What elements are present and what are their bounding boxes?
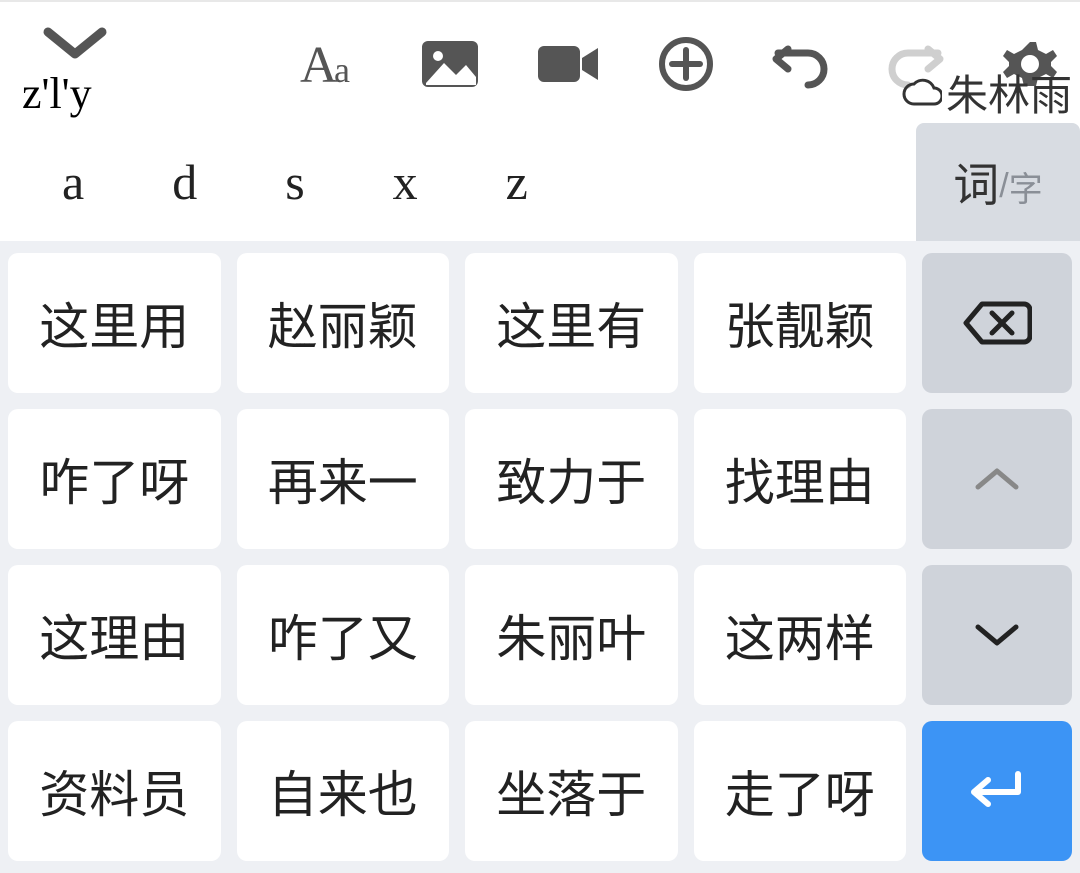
side-controls (922, 253, 1072, 861)
cloud-sync-user[interactable]: 朱林雨 (902, 62, 1072, 123)
candidate[interactable]: 咋了又 (237, 565, 450, 705)
candidate[interactable]: 朱丽叶 (465, 565, 678, 705)
image-insert-button[interactable] (420, 39, 480, 89)
undo-icon (770, 39, 830, 89)
candidate[interactable]: 这两样 (694, 565, 907, 705)
chevron-down-icon (40, 24, 110, 66)
word-char-toggle[interactable]: 词 / 字 (916, 123, 1080, 241)
return-icon (962, 766, 1032, 816)
candidate[interactable]: 资料员 (8, 721, 221, 861)
candidate[interactable]: 找理由 (694, 409, 907, 549)
candidate[interactable]: 这里用 (8, 253, 221, 393)
backspace-button[interactable] (922, 253, 1072, 393)
candidate[interactable]: 这里有 (465, 253, 678, 393)
image-icon (420, 39, 480, 89)
text-format-icon: A a (300, 36, 364, 92)
mode-separator: / (999, 167, 1008, 206)
letter-hint[interactable]: x (393, 153, 418, 211)
candidate[interactable]: 咋了呀 (8, 409, 221, 549)
candidate[interactable]: 赵丽颖 (237, 253, 450, 393)
enter-button[interactable] (922, 721, 1072, 861)
svg-text:a: a (334, 50, 350, 90)
pinyin-input: z'l'y (22, 68, 92, 119)
candidate[interactable]: 张靓颖 (694, 253, 907, 393)
user-name-label: 朱林雨 (946, 62, 1072, 123)
mode-secondary-label: 字 (1009, 162, 1043, 211)
candidate[interactable]: 走了呀 (694, 721, 907, 861)
chevron-up-icon (972, 463, 1022, 495)
undo-button[interactable] (770, 39, 830, 89)
letter-hint[interactable]: z (506, 153, 528, 211)
letter-hints: a d s x z (0, 153, 528, 211)
candidate[interactable]: 这理由 (8, 565, 221, 705)
add-button[interactable] (658, 36, 714, 92)
chevron-down-icon (972, 619, 1022, 651)
text-format-button[interactable]: A a (300, 36, 364, 92)
letter-hint[interactable]: s (285, 153, 304, 211)
plus-circle-icon (658, 36, 714, 92)
candidate-grid: 这里用 赵丽颖 这里有 张靓颖 咋了呀 再来一 致力于 找理由 这理由 咋了又 … (8, 253, 906, 861)
mode-primary-label: 词 (953, 149, 999, 215)
candidate[interactable]: 自来也 (237, 721, 450, 861)
candidate[interactable]: 再来一 (237, 409, 450, 549)
collapse-toggle[interactable] (40, 24, 110, 66)
keyboard-area: 这里用 赵丽颖 这里有 张靓颖 咋了呀 再来一 致力于 找理由 这理由 咋了又 … (0, 241, 1080, 873)
video-insert-button[interactable] (536, 42, 602, 86)
video-icon (536, 42, 602, 86)
letter-hint[interactable]: d (172, 153, 197, 211)
candidate[interactable]: 致力于 (465, 409, 678, 549)
backspace-icon (962, 298, 1032, 348)
candidate[interactable]: 坐落于 (465, 721, 678, 861)
editor-toolbar: z'l'y A a (0, 0, 1080, 123)
svg-text:A: A (300, 37, 338, 92)
cloud-icon (902, 78, 942, 108)
page-up-button[interactable] (922, 409, 1072, 549)
letter-hint-row: a d s x z 词 / 字 (0, 123, 1080, 241)
letter-hint[interactable]: a (62, 153, 84, 211)
page-down-button[interactable] (922, 565, 1072, 705)
